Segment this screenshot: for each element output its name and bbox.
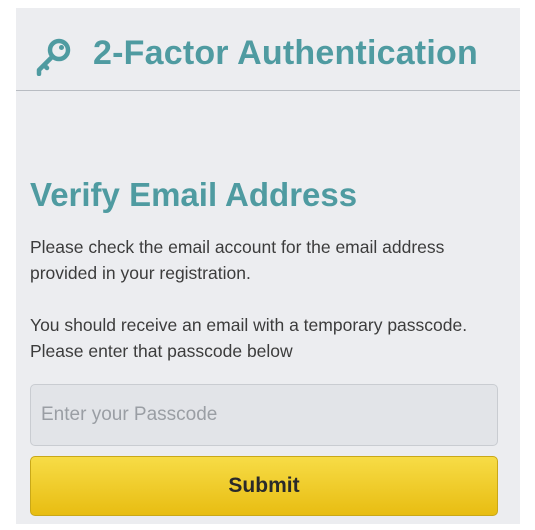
- header-divider: [16, 90, 520, 91]
- instruction-text-1: Please check the email account for the e…: [30, 237, 445, 283]
- key-icon: [34, 38, 72, 77]
- instruction-text-2: You should receive an email with a tempo…: [30, 315, 468, 361]
- authentication-panel: 2-Factor Authentication Verify Email Add…: [16, 8, 520, 524]
- panel-header: 2-Factor Authentication: [16, 8, 520, 90]
- submit-button[interactable]: Submit: [30, 456, 498, 516]
- section-title: Verify Email Address: [30, 176, 358, 213]
- page-title: 2-Factor Authentication: [93, 34, 478, 72]
- passcode-input[interactable]: [30, 384, 498, 446]
